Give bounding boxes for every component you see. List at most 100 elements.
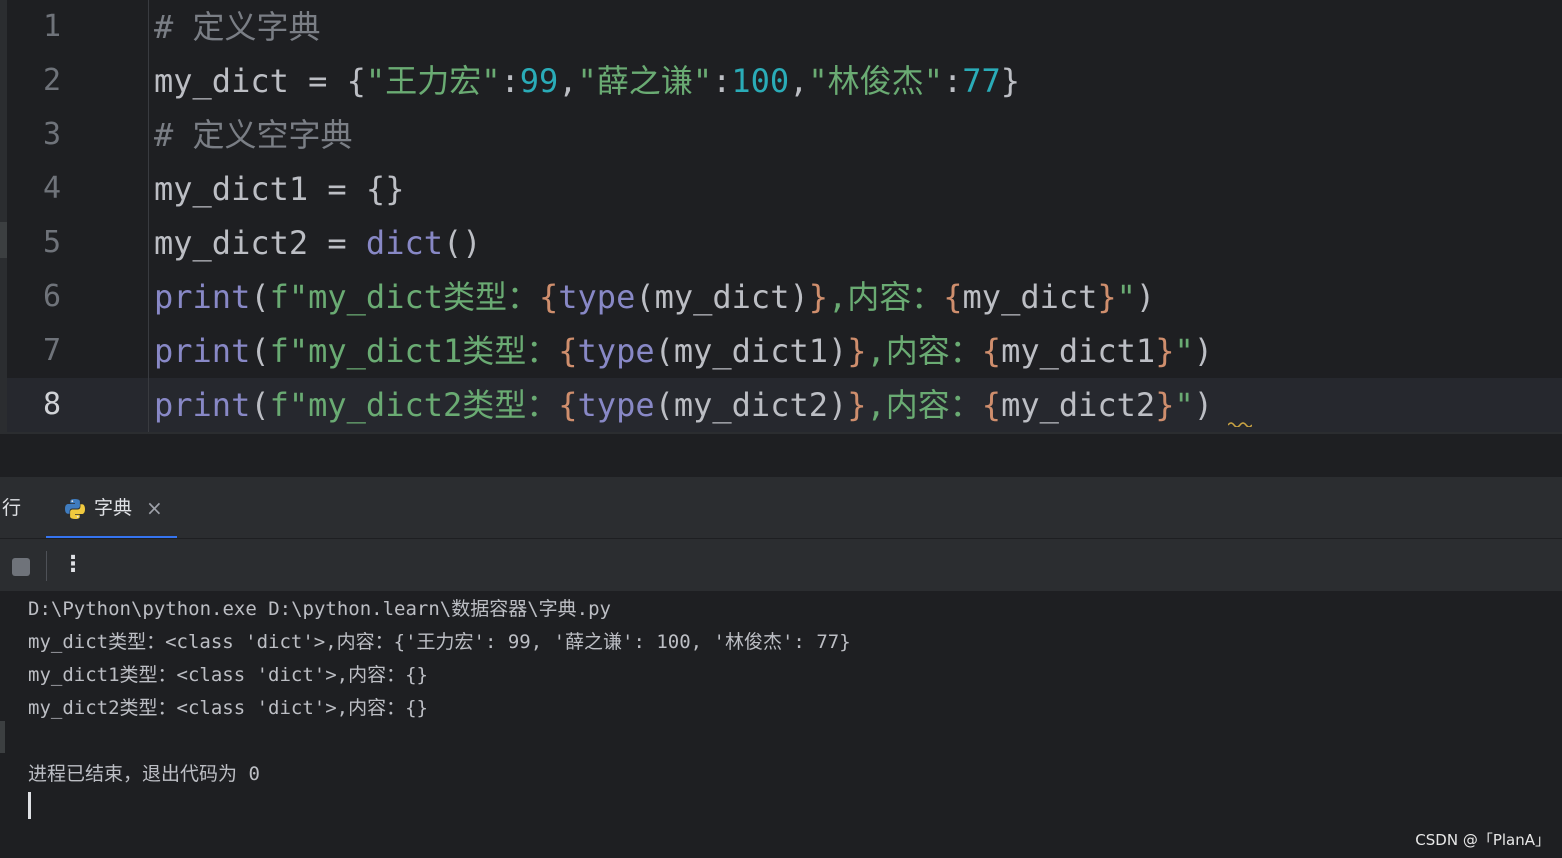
code-token: () bbox=[442, 224, 482, 262]
line-number: 8 bbox=[43, 387, 62, 422]
line-number: 1 bbox=[43, 9, 62, 44]
toolbar-divider bbox=[46, 551, 47, 581]
line-number: 7 bbox=[43, 333, 62, 368]
console-line: my_dict类型：<class 'dict'>,内容：{'王力宏': 99, … bbox=[28, 631, 851, 653]
code-token: " bbox=[1174, 332, 1194, 370]
tab-label: 字典 bbox=[94, 497, 133, 519]
code-token: { bbox=[981, 386, 1002, 424]
code-token: print bbox=[154, 278, 251, 316]
code-token: 内容： bbox=[847, 278, 944, 316]
scrollbar-thumb[interactable] bbox=[0, 222, 7, 258]
tab-run-config[interactable]: 字典 × bbox=[46, 477, 177, 539]
code-token: } bbox=[1155, 332, 1175, 370]
code-token: " bbox=[692, 62, 713, 100]
code-token: type bbox=[558, 278, 636, 316]
stop-icon[interactable] bbox=[12, 558, 30, 576]
code-token: 定义字典 bbox=[192, 8, 321, 46]
code-token: f"my_dict1 bbox=[269, 332, 463, 370]
code-line[interactable]: print(f"my_dict类型：{type(my_dict)},内容：{my… bbox=[154, 270, 1155, 324]
code-token: 薛之谦 bbox=[596, 62, 693, 100]
code-token: { bbox=[539, 278, 559, 316]
code-token: ( bbox=[250, 386, 270, 424]
code-token: my_dict2 = bbox=[154, 224, 366, 262]
line-number-gutter: 1 2 3 4 5 6 7 8 bbox=[7, 0, 148, 432]
code-editor[interactable]: 12345678 # 定义字典 my_dict = {"王力宏":99,"薛之谦"… bbox=[0, 0, 1562, 432]
more-options-icon[interactable]: ⋮ bbox=[62, 549, 84, 581]
code-line[interactable]: print(f"my_dict1类型：{type(my_dict1)},内容：{… bbox=[154, 324, 1213, 378]
code-token: my_dict = { bbox=[154, 62, 366, 100]
editor-bottom-area bbox=[0, 432, 1562, 478]
close-icon[interactable]: × bbox=[146, 477, 163, 539]
code-token: ) bbox=[1193, 332, 1213, 370]
code-token: { bbox=[943, 278, 963, 316]
code-line[interactable]: my_dict2 = dict() bbox=[154, 216, 482, 270]
code-token: 类型： bbox=[442, 278, 539, 316]
console-line: 进程已结束，退出代码为 0 bbox=[28, 763, 260, 785]
line-number: 3 bbox=[43, 117, 62, 152]
code-line[interactable]: my_dict1 = {} bbox=[154, 162, 404, 216]
code-token: " bbox=[481, 62, 501, 100]
code-line[interactable]: # 定义字典 bbox=[154, 0, 321, 54]
code-token: my_dict bbox=[962, 278, 1098, 316]
line-number: 2 bbox=[43, 63, 62, 98]
run-window-title: 行 bbox=[2, 497, 22, 519]
console-output[interactable]: D:\Python\python.exe D:\python.learn\数据容… bbox=[0, 591, 1562, 858]
code-line[interactable]: print(f"my_dict2类型：{type(my_dict2)},内容：{… bbox=[154, 378, 1213, 432]
code-token: 99 bbox=[519, 62, 559, 100]
code-token: dict bbox=[365, 224, 443, 262]
code-token: 内容： bbox=[885, 332, 982, 370]
editor-scrollbar[interactable] bbox=[0, 0, 7, 475]
code-token: my_dict2 bbox=[1001, 386, 1156, 424]
code-token: 林俊杰 bbox=[827, 62, 924, 100]
code-token: , bbox=[558, 62, 578, 100]
gutter-separator bbox=[148, 0, 149, 432]
code-token: # bbox=[154, 116, 193, 154]
code-token: " bbox=[1116, 278, 1136, 316]
code-line[interactable]: my_dict = {"王力宏":99,"薛之谦":100,"林俊杰":77} bbox=[154, 54, 1020, 108]
code-token: (my_dict1) bbox=[654, 332, 848, 370]
code-token: 类型： bbox=[462, 386, 559, 424]
code-token: f"my_dict bbox=[269, 278, 443, 316]
code-token: my_dict1 = {} bbox=[154, 170, 405, 208]
code-token: 100 bbox=[731, 62, 790, 100]
code-token: } bbox=[1155, 386, 1175, 424]
code-token: } bbox=[1097, 278, 1117, 316]
code-token: 类型： bbox=[462, 332, 559, 370]
code-token: " bbox=[577, 62, 597, 100]
code-token: ( bbox=[250, 332, 270, 370]
line-number: 5 bbox=[43, 225, 62, 260]
code-line[interactable]: # 定义空字典 bbox=[154, 108, 353, 162]
scrollbar-thumb[interactable] bbox=[0, 721, 5, 753]
code-token: { bbox=[558, 332, 578, 370]
text-cursor bbox=[28, 792, 31, 819]
console-line: my_dict2类型：<class 'dict'>,内容：{} bbox=[28, 697, 428, 719]
code-token: my_dict1 bbox=[1001, 332, 1156, 370]
code-token: : bbox=[942, 62, 963, 100]
console-scrollbar[interactable] bbox=[0, 591, 12, 858]
code-token: { bbox=[981, 332, 1002, 370]
code-token: ) bbox=[1135, 278, 1156, 316]
line-number: 6 bbox=[43, 279, 62, 314]
code-token: " bbox=[365, 62, 386, 100]
code-token: , bbox=[866, 386, 886, 424]
code-token: } bbox=[847, 332, 867, 370]
run-toolbar: ⋮ bbox=[0, 538, 1562, 591]
warning-squiggle bbox=[1228, 422, 1252, 427]
code-token: } bbox=[808, 278, 828, 316]
code-token: , bbox=[827, 278, 848, 316]
code-token: f"my_dict2 bbox=[269, 386, 463, 424]
code-token: (my_dict2) bbox=[654, 386, 848, 424]
code-token: " bbox=[923, 62, 943, 100]
code-token: 内容： bbox=[885, 386, 982, 424]
code-token: ) bbox=[1193, 386, 1213, 424]
console-line: D:\Python\python.exe D:\python.learn\数据容… bbox=[28, 598, 611, 620]
code-token: print bbox=[154, 386, 251, 424]
code-token: ( bbox=[250, 278, 270, 316]
console-line: my_dict1类型：<class 'dict'>,内容：{} bbox=[28, 664, 428, 686]
watermark: CSDN @「PlanA」 bbox=[1415, 831, 1550, 849]
code-token: " bbox=[1174, 386, 1194, 424]
code-token: , bbox=[866, 332, 886, 370]
code-token: (my_dict) bbox=[635, 278, 809, 316]
code-token: print bbox=[154, 332, 251, 370]
code-token: " bbox=[808, 62, 828, 100]
